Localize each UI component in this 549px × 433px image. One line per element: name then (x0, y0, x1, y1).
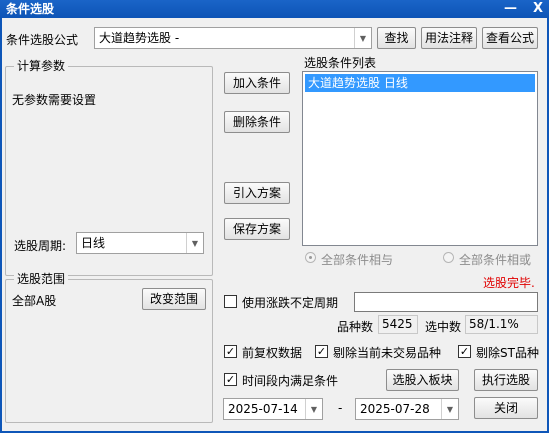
formula-select-value: 大道趋势选股 - (99, 31, 180, 45)
chevron-down-icon[interactable]: ▼ (354, 28, 371, 48)
change-range-button[interactable]: 改变范围 (142, 288, 206, 310)
params-group-label: 计算参数 (14, 59, 69, 73)
load-scheme-button[interactable]: 引入方案 (224, 182, 290, 204)
time-range-checkbox[interactable]: ✓ (224, 373, 237, 386)
formula-label: 条件选股公式 (6, 33, 79, 47)
exclude-untraded-checkbox[interactable]: ✓ (315, 345, 328, 358)
period-select-value: 日线 (81, 236, 106, 250)
minimize-icon[interactable]: — (504, 0, 517, 18)
range-group-label: 选股范围 (14, 272, 69, 286)
dialog-window: 条件选股 — X 条件选股公式 大道趋势选股 - ▼ 查找 用法注释 查看公式 … (0, 0, 549, 433)
params-text: 无参数需要设置 (12, 93, 97, 107)
forward-adjust-checkbox[interactable]: ✓ (224, 345, 237, 358)
run-selection-button[interactable]: 执行选股 (474, 369, 538, 391)
close-button[interactable]: 关闭 (474, 397, 538, 419)
chevron-down-icon[interactable]: ▼ (305, 399, 322, 419)
view-formula-button[interactable]: 查看公式 (482, 27, 538, 49)
exclude-st-checkbox[interactable]: ✓ (458, 345, 471, 358)
period-label: 选股周期: (14, 239, 67, 253)
time-range-label: 时间段内满足条件 (242, 374, 339, 388)
exclude-st-label: 剔除ST品种 (476, 346, 539, 360)
condition-list[interactable]: 大道趋势选股 日线 (302, 71, 538, 246)
date-to-picker[interactable]: 2025-07-28 ▼ (355, 398, 459, 420)
exclude-untraded-label: 剔除当前未交易品种 (333, 346, 442, 360)
chevron-down-icon[interactable]: ▼ (441, 399, 458, 419)
window-title: 条件选股 (6, 2, 55, 16)
add-to-block-button[interactable]: 选股入板块 (386, 369, 459, 391)
usage-notes-button[interactable]: 用法注释 (421, 27, 477, 49)
params-group: 计算参数 无参数需要设置 选股周期: 日线 ▼ (5, 59, 213, 276)
period-select[interactable]: 日线 ▼ (76, 232, 204, 254)
forward-adjust-label: 前复权数据 (242, 346, 303, 360)
date-from-value: 2025-07-14 (228, 402, 298, 416)
variable-period-checkbox[interactable] (224, 295, 237, 308)
variable-period-input[interactable] (354, 292, 538, 312)
radio-or-label: 全部条件相或 (459, 253, 532, 267)
add-condition-button[interactable]: 加入条件 (224, 72, 290, 94)
save-scheme-button[interactable]: 保存方案 (224, 218, 290, 240)
date-to-value: 2025-07-28 (360, 402, 430, 416)
date-from-picker[interactable]: 2025-07-14 ▼ (223, 398, 323, 420)
stock-count-value: 5425 (378, 315, 418, 334)
title-bar[interactable]: 条件选股 — X (0, 0, 549, 18)
range-value: 全部A股 (12, 294, 57, 308)
range-group: 选股范围 全部A股 改变范围 (5, 272, 213, 423)
variable-period-label: 使用涨跌不定周期 (242, 296, 339, 310)
status-text: 选股完毕. (483, 276, 535, 290)
radio-and-label: 全部条件相与 (321, 253, 394, 267)
date-separator: - (338, 401, 343, 415)
formula-select[interactable]: 大道趋势选股 - ▼ (94, 27, 372, 49)
find-button[interactable]: 查找 (377, 27, 416, 49)
radio-or[interactable] (443, 252, 454, 263)
selected-count-label: 选中数 (425, 320, 462, 334)
selected-count-value: 58/1.1% (465, 315, 538, 334)
list-item[interactable]: 大道趋势选股 日线 (305, 74, 535, 92)
close-icon[interactable]: X (533, 0, 543, 18)
chevron-down-icon[interactable]: ▼ (186, 233, 203, 253)
dialog-client-area: 条件选股公式 大道趋势选股 - ▼ 查找 用法注释 查看公式 计算参数 无参数需… (2, 18, 547, 431)
stock-count-label: 品种数 (337, 320, 374, 334)
delete-condition-button[interactable]: 删除条件 (224, 111, 290, 133)
radio-and[interactable] (305, 252, 316, 263)
condition-list-label: 选股条件列表 (304, 56, 377, 70)
